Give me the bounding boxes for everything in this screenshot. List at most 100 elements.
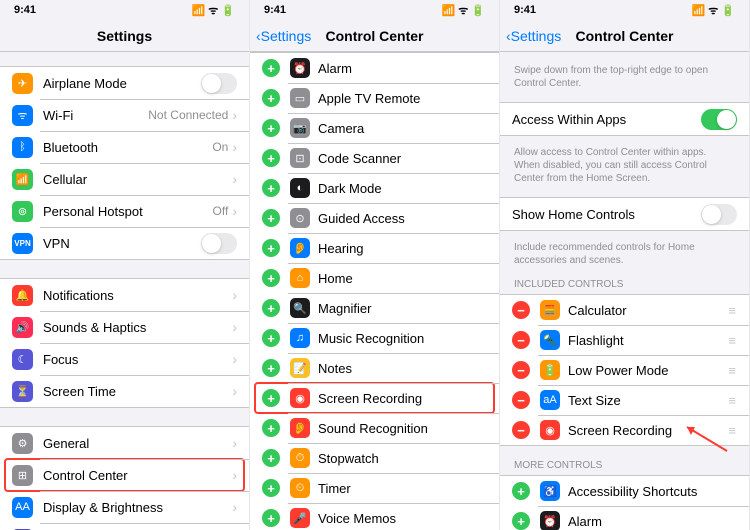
settings-row[interactable]: 🔔Notifications› bbox=[0, 279, 249, 311]
focus-icon: ☾ bbox=[12, 349, 33, 370]
row-label: Control Center bbox=[43, 468, 232, 483]
remove-button[interactable]: − bbox=[512, 331, 530, 349]
control-row[interactable]: +⏰Alarm bbox=[500, 506, 749, 530]
access2-icon: ♿ bbox=[540, 481, 560, 501]
remove-button[interactable]: − bbox=[512, 391, 530, 409]
row-label: Timer bbox=[318, 481, 487, 496]
control-row[interactable]: +◐Dark Mode bbox=[250, 173, 499, 203]
add-button[interactable]: + bbox=[262, 419, 280, 437]
control-row[interactable]: +♫Music Recognition bbox=[250, 323, 499, 353]
drag-handle-icon[interactable]: ≡ bbox=[728, 393, 737, 408]
remove-button[interactable]: − bbox=[512, 301, 530, 319]
add-button[interactable]: + bbox=[262, 299, 280, 317]
back-label: Settings bbox=[261, 28, 312, 44]
cc-add-content[interactable]: +⏰Alarm+▭Apple TV Remote+📷Camera+⊡Code S… bbox=[250, 52, 499, 530]
control-row[interactable]: +▭Apple TV Remote bbox=[250, 83, 499, 113]
settings-row[interactable]: ⊞Control Center› bbox=[0, 459, 249, 491]
drag-handle-icon[interactable]: ≡ bbox=[728, 423, 737, 438]
switch-icon[interactable] bbox=[701, 204, 737, 225]
control-row[interactable]: +🔍Magnifier bbox=[250, 293, 499, 323]
add-button[interactable]: + bbox=[512, 512, 530, 530]
add-button[interactable]: + bbox=[262, 359, 280, 377]
add-button[interactable]: + bbox=[262, 59, 280, 77]
row-label: Screen Recording bbox=[568, 423, 728, 438]
control-row[interactable]: +♿Accessibility Shortcuts bbox=[500, 476, 749, 506]
included-row[interactable]: −🔋Low Power Mode≡ bbox=[500, 355, 749, 385]
drag-handle-icon[interactable]: ≡ bbox=[728, 333, 737, 348]
add-button[interactable]: + bbox=[262, 179, 280, 197]
back-button[interactable]: ‹Settings bbox=[500, 28, 561, 44]
add-button[interactable]: + bbox=[262, 149, 280, 167]
included-row[interactable]: −aAText Size≡ bbox=[500, 385, 749, 415]
add-button[interactable]: + bbox=[262, 209, 280, 227]
back-label: Settings bbox=[511, 28, 562, 44]
control-row[interactable]: + ⌂ Home bbox=[250, 263, 499, 293]
add-button[interactable]: + bbox=[262, 89, 280, 107]
control-row[interactable]: +◉Screen Recording bbox=[250, 383, 499, 413]
add-button[interactable]: + bbox=[262, 269, 280, 287]
back-button[interactable]: ‹Settings bbox=[250, 28, 311, 44]
row-label: Alarm bbox=[318, 61, 487, 76]
sound-icon: 🔊 bbox=[12, 317, 33, 338]
control-row[interactable]: +⏰Alarm bbox=[250, 53, 499, 83]
switch-icon[interactable] bbox=[201, 233, 237, 254]
included-row[interactable]: −◉Screen Recording≡ bbox=[500, 415, 749, 445]
more-list: +♿Accessibility Shortcuts+⏰Alarm+▭Apple … bbox=[500, 475, 749, 530]
switch-icon[interactable] bbox=[701, 109, 737, 130]
control-row[interactable]: +📝Notes bbox=[250, 353, 499, 383]
remove-button[interactable]: − bbox=[512, 361, 530, 379]
settings-row[interactable]: ▦Home Screen› bbox=[0, 523, 249, 530]
settings-row[interactable]: ⊚Personal HotspotOff› bbox=[0, 195, 249, 227]
settings-row[interactable]: ⏳Screen Time› bbox=[0, 375, 249, 407]
add-button[interactable]: + bbox=[262, 329, 280, 347]
control-row[interactable]: +🎤Voice Memos bbox=[250, 503, 499, 530]
settings-content[interactable]: ✈Airplane ModeᯤWi-FiNot Connected›ᛒBluet… bbox=[0, 52, 249, 530]
control-row[interactable]: +⊙Guided Access bbox=[250, 203, 499, 233]
phone-settings: 9:41 📶 ᯤ 🔋 Settings ✈Airplane ModeᯤWi-Fi… bbox=[0, 0, 250, 530]
control-row[interactable]: +📷Camera bbox=[250, 113, 499, 143]
settings-row[interactable]: 🔊Sounds & Haptics› bbox=[0, 311, 249, 343]
control-row[interactable]: + 👂 Sound Recognition bbox=[250, 413, 499, 443]
settings-row[interactable]: ᯤWi-FiNot Connected› bbox=[0, 99, 249, 131]
notif-icon: 🔔 bbox=[12, 285, 33, 306]
remove-button[interactable]: − bbox=[512, 421, 530, 439]
add-button[interactable]: + bbox=[262, 239, 280, 257]
cc-settings-content[interactable]: Swipe down from the top-right edge to op… bbox=[500, 52, 749, 530]
drag-handle-icon[interactable]: ≡ bbox=[728, 303, 737, 318]
settings-row[interactable]: VPNVPN bbox=[0, 227, 249, 259]
row-label: Sound Recognition bbox=[318, 421, 487, 436]
row-label: Display & Brightness bbox=[43, 500, 232, 515]
control-row[interactable]: +⊡Code Scanner bbox=[250, 143, 499, 173]
add-button[interactable]: + bbox=[262, 389, 280, 407]
row-label: Cellular bbox=[43, 172, 232, 187]
settings-row[interactable]: AADisplay & Brightness› bbox=[0, 491, 249, 523]
row-label: Low Power Mode bbox=[568, 363, 728, 378]
toggle-show-home[interactable]: Show Home Controls bbox=[500, 198, 749, 230]
add-button[interactable]: + bbox=[262, 449, 280, 467]
home2-icon: ⌂ bbox=[290, 268, 310, 288]
phone-cc-settings: 9:41 📶 ᯤ 🔋 ‹Settings Control Center Swip… bbox=[500, 0, 750, 530]
settings-row[interactable]: ✈Airplane Mode bbox=[0, 67, 249, 99]
settings-row[interactable]: 📶Cellular› bbox=[0, 163, 249, 195]
control-row[interactable]: +⏱Stopwatch bbox=[250, 443, 499, 473]
add-button[interactable]: + bbox=[262, 509, 280, 527]
settings-row[interactable]: ⚙General› bbox=[0, 427, 249, 459]
row-label: Screen Time bbox=[43, 384, 232, 399]
settings-row[interactable]: ☾Focus› bbox=[0, 343, 249, 375]
row-label: Home bbox=[318, 271, 487, 286]
included-row[interactable]: −🔦Flashlight≡ bbox=[500, 325, 749, 355]
add-button[interactable]: + bbox=[262, 479, 280, 497]
settings-row[interactable]: ᛒBluetoothOn› bbox=[0, 131, 249, 163]
dark-icon: ◐ bbox=[290, 178, 310, 198]
included-row[interactable]: −🧮Calculator≡ bbox=[500, 295, 749, 325]
switch-icon[interactable] bbox=[201, 73, 237, 94]
control-row[interactable]: +👂Hearing bbox=[250, 233, 499, 263]
note-home: Include recommended controls for Home ac… bbox=[500, 235, 749, 279]
sndrec-icon: 👂 bbox=[290, 418, 310, 438]
chevron-right-icon: › bbox=[232, 383, 237, 399]
toggle-access-within-apps[interactable]: Access Within Apps bbox=[500, 103, 749, 135]
add-button[interactable]: + bbox=[262, 119, 280, 137]
control-row[interactable]: +⏲Timer bbox=[250, 473, 499, 503]
drag-handle-icon[interactable]: ≡ bbox=[728, 363, 737, 378]
add-button[interactable]: + bbox=[512, 482, 530, 500]
